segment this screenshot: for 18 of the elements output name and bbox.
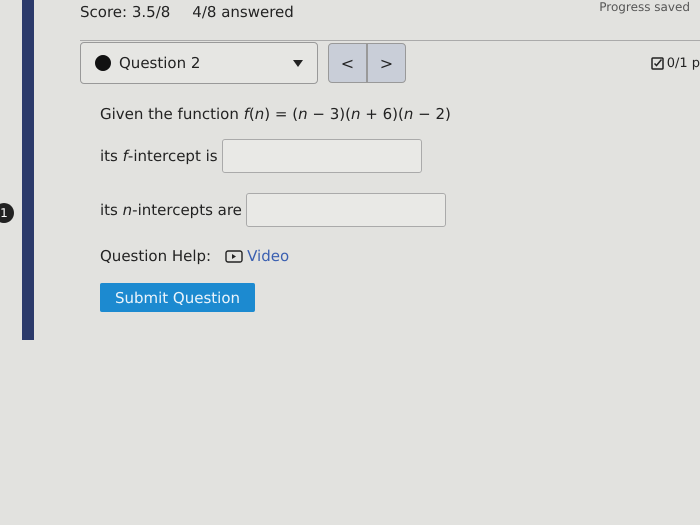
help-label: Question Help: (100, 247, 212, 265)
question-prompt: Given the function f(n) = (n − 3)(n + 6)(n − 2) (100, 105, 452, 123)
notification-badge: 1 (0, 203, 14, 223)
previous-button[interactable]: < (328, 43, 367, 83)
progress-status: Progress saved (599, 0, 690, 14)
video-link[interactable]: Video (225, 247, 290, 265)
answered-count: 4/8 answered (192, 3, 294, 21)
question-select[interactable]: Question 2 (80, 42, 318, 84)
score-text: Score: 3.5/8 (80, 3, 170, 21)
points-label: 0/1 p (666, 56, 700, 70)
field-label: its f-intercept is (100, 147, 218, 165)
next-button[interactable]: > (367, 43, 406, 83)
answer-field[interactable] (246, 193, 446, 227)
field-label: its n-intercepts are (100, 201, 242, 219)
checkbox-icon (650, 56, 664, 70)
caret-icon (293, 60, 303, 66)
answer-field[interactable] (222, 139, 422, 173)
video-icon (225, 250, 244, 262)
